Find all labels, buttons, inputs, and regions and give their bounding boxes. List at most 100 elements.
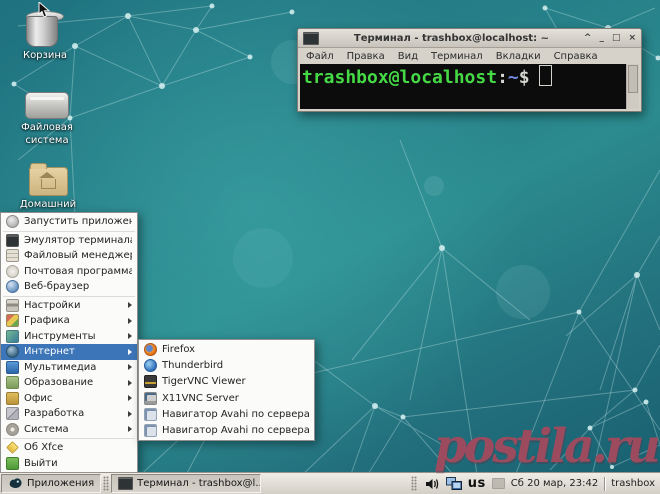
menu-item-multimedia[interactable]: Мультимедиа [1,360,137,376]
terminal-screen[interactable]: trashbox@localhost:~$ [300,64,626,109]
taskbar: Приложения Терминал - trashbox@l... us С… [0,472,660,494]
menu-item-office[interactable]: Офис [1,391,137,407]
submenu-item-x11vnc[interactable]: X11VNC Server [139,390,314,406]
submenu-arrow-icon [128,380,132,386]
menu-separator [3,296,135,297]
run-dialog-icon [6,215,19,228]
submenu-arrow-icon [128,318,132,324]
terminal-titlebar[interactable]: Терминал - trashbox@localhost: ~ ^ _ □ × [298,29,641,48]
menu-item-graphics[interactable]: Графика [1,313,137,329]
submenu-arrow-icon [128,411,132,417]
menu-item-system[interactable]: Система [1,422,137,438]
submenu-arrow-icon [128,426,132,432]
office-icon [6,392,19,405]
submenu-arrow-icon [128,349,132,355]
menu-item-web-browser[interactable]: Веб-браузер [1,279,137,295]
menu-separator [3,438,135,439]
desktop-icon-trash[interactable]: Корзина [3,11,87,63]
terminal-window[interactable]: Терминал - trashbox@localhost: ~ ^ _ □ ×… [297,28,642,112]
menu-item-terminal-emulator[interactable]: Эмулятор терминала [1,233,137,249]
submenu-item-tigervnc[interactable]: TigerVNC Viewer [139,374,314,390]
terminal-cursor [539,65,552,86]
avahi-vnc-icon [144,424,157,437]
file-manager-icon [6,249,19,262]
prompt-dollar: $ [519,67,530,88]
desktop-icon-label: Файловая система [16,122,78,147]
clock[interactable]: Сб 20 мар, 23:42 [511,478,598,489]
watermark: postila.ru [434,423,658,470]
desktop-icon-label: Корзина [23,50,67,63]
submenu-item-firefox[interactable]: Firefox [139,341,314,357]
minimize-button[interactable]: _ [599,34,604,43]
mail-icon [6,265,19,278]
firefox-icon [144,343,157,356]
desktop-icon-home[interactable]: Домашний [6,167,90,212]
thunderbird-icon [144,359,157,372]
submenu-item-avahi-vnc[interactable]: Навигатор Avahi по серверам VNC [139,422,314,438]
applications-menu: Запустить приложение... Эмулятор термина… [0,212,138,473]
terminal-icon [118,477,133,490]
network-icon[interactable] [446,477,462,491]
submenu-item-thunderbird[interactable]: Thunderbird [139,357,314,373]
menu-item-tools[interactable]: Инструменты [1,329,137,345]
about-xfce-icon [6,441,19,454]
menu-tabs[interactable]: Вкладки [496,51,541,62]
close-button[interactable]: × [628,34,636,43]
tray-separator [604,477,605,491]
menu-item-internet[interactable]: Интернет [1,344,137,360]
internet-submenu: Firefox Thunderbird TigerVNC Viewer X11V… [138,339,315,441]
submenu-arrow-icon [128,333,132,339]
terminal-scrollbar[interactable] [626,64,639,109]
tools-icon [6,330,19,343]
settings-icon [6,299,19,312]
menu-edit[interactable]: Правка [347,51,385,62]
desktop-icon-label: Домашний [20,199,76,212]
prompt-colon: : [497,67,508,88]
menu-item-education[interactable]: Образование [1,375,137,391]
panel-handle[interactable] [103,476,109,491]
menu-item-settings[interactable]: Настройки [1,298,137,314]
menu-view[interactable]: Вид [398,51,418,62]
xfce-mouse-icon [8,477,23,490]
terminal-menubar: Файл Правка Вид Терминал Вкладки Справка [298,48,641,64]
menu-item-file-manager[interactable]: Файловый менеджер [1,248,137,264]
system-tray: us Сб 20 мар, 23:42 trashbox [409,476,660,491]
submenu-item-avahi-ssh[interactable]: Навигатор Avahi по серверам SSH [139,406,314,422]
menu-item-mail[interactable]: Почтовая программа [1,264,137,280]
scrollbar-thumb[interactable] [628,65,638,93]
menu-help[interactable]: Справка [554,51,598,62]
prompt-path: ~ [508,67,519,88]
tigervnc-icon [144,375,157,388]
menu-item-run-application[interactable]: Запустить приложение... [1,214,137,230]
menu-item-about-xfce[interactable]: Об Xfce [1,440,137,456]
development-icon [6,407,19,420]
logout-icon [6,457,19,470]
multimedia-icon [6,361,19,374]
shade-button[interactable]: ^ [584,34,592,43]
menu-separator [3,231,135,232]
mouse-cursor [38,2,51,18]
system-icon [6,423,19,436]
taskbar-task-terminal[interactable]: Терминал - trashbox@l... [111,474,261,493]
applications-menu-button[interactable]: Приложения [1,474,101,493]
submenu-arrow-icon [128,302,132,308]
volume-icon[interactable] [425,477,440,491]
menu-item-logout[interactable]: Выйти [1,456,137,472]
terminal-window-icon [303,32,319,45]
panel-handle[interactable] [411,476,417,491]
maximize-button[interactable]: □ [612,34,621,43]
graphics-icon [6,314,19,327]
user-indicator: trashbox [611,478,655,489]
desktop-icon-filesystem[interactable]: Файловая система [5,92,89,147]
filesystem-drive-icon [25,92,69,119]
home-folder-icon [29,167,68,196]
keyboard-layout-indicator[interactable]: us [468,476,486,491]
avahi-ssh-icon [144,408,157,421]
menu-terminal[interactable]: Терминал [431,51,483,62]
tray-misc-icon[interactable] [492,478,505,489]
internet-icon [6,345,19,358]
x11vnc-icon [144,392,157,405]
web-browser-icon [6,280,19,293]
menu-file[interactable]: Файл [306,51,334,62]
menu-item-development[interactable]: Разработка [1,406,137,422]
